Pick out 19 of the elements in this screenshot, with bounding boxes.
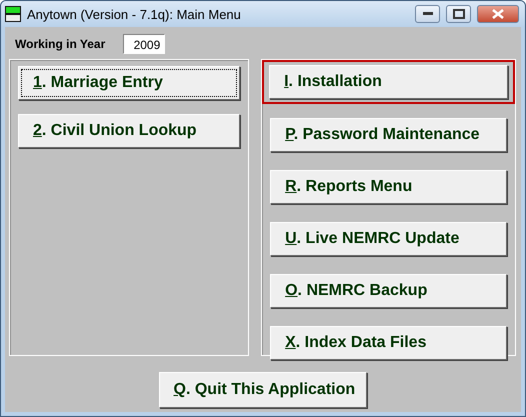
window-title: Anytown (Version - 7.1q): Main Menu bbox=[27, 6, 242, 22]
menu-button[interactable]: 2. Civil Union Lookup bbox=[18, 114, 240, 148]
menu-button[interactable]: 1. Marriage Entry bbox=[18, 66, 240, 100]
minimize-icon bbox=[422, 12, 432, 16]
menu-button[interactable]: O. NEMRC Backup bbox=[270, 274, 507, 308]
close-button[interactable] bbox=[477, 5, 519, 23]
menu-button[interactable]: X. Index Data Files bbox=[270, 326, 507, 360]
minimize-button[interactable] bbox=[415, 5, 440, 23]
quit-button[interactable]: Q. Quit This Application bbox=[158, 372, 366, 408]
maximize-button[interactable] bbox=[446, 5, 471, 23]
menu-button[interactable]: U. Live NEMRC Update bbox=[270, 222, 507, 256]
close-icon bbox=[492, 9, 504, 19]
menu-button[interactable]: P. Password Maintenance bbox=[270, 118, 507, 152]
app-logo-icon bbox=[5, 6, 21, 22]
menu-button[interactable]: I. Installation bbox=[269, 65, 508, 99]
maximize-icon bbox=[452, 9, 464, 19]
year-field[interactable]: 2009 bbox=[123, 34, 166, 54]
field-label: Working in Year bbox=[15, 37, 106, 51]
menu-button[interactable]: R. Reports Menu bbox=[270, 170, 507, 204]
